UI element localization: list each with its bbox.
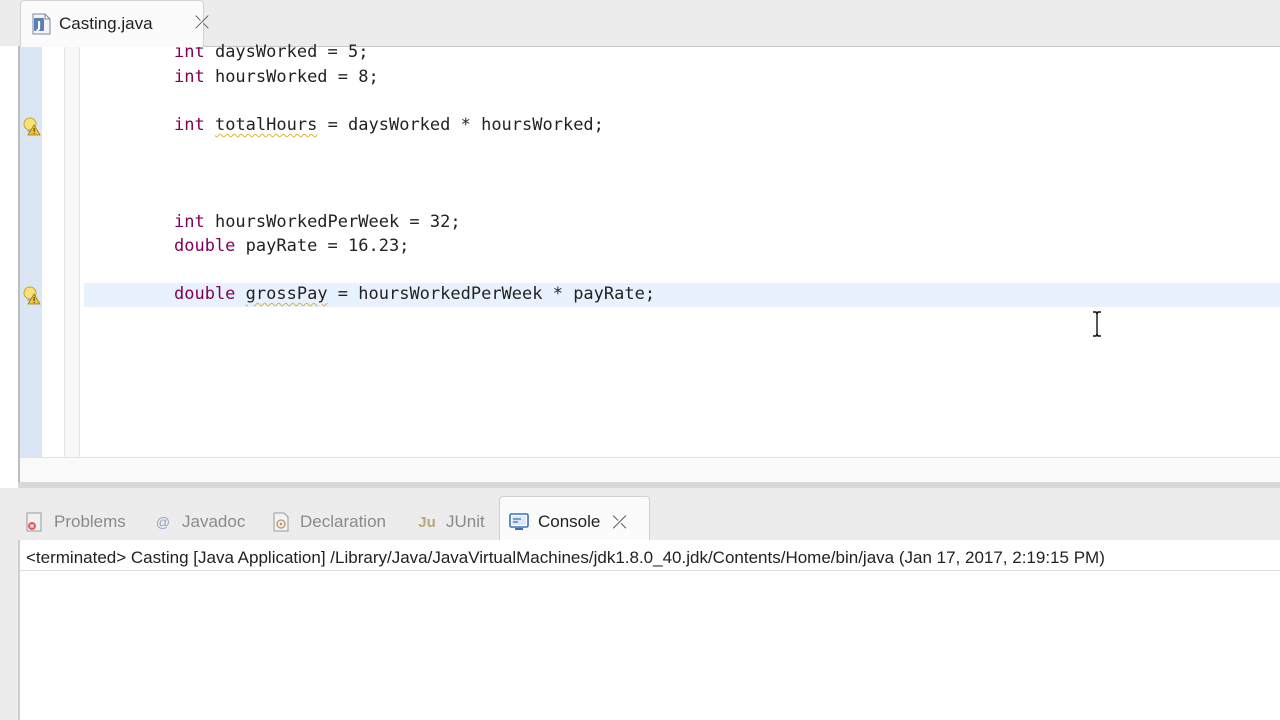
- tab-declaration[interactable]: Declaration: [270, 508, 386, 536]
- code-text: daysWorked = 5;: [204, 42, 369, 62]
- problems-icon: [24, 511, 46, 533]
- java-file-icon: J: [30, 13, 52, 35]
- console-icon: [508, 511, 530, 533]
- svg-text:J: J: [36, 19, 41, 32]
- code-keyword: double: [174, 284, 236, 304]
- annotation-ruler[interactable]: [20, 47, 42, 457]
- editor-horizontal-scrollbar[interactable]: [20, 457, 1280, 482]
- code-keyword: int: [174, 67, 205, 87]
- unused-variable-warning: totalHours: [214, 115, 318, 135]
- code-text: hoursWorkedPerWeek = 32;: [204, 212, 461, 232]
- code-editor[interactable]: [18, 46, 1280, 482]
- code-line: double payRate = 16.23;: [174, 234, 409, 258]
- code-text: = hoursWorkedPerWeek * payRate;: [327, 284, 656, 304]
- tab-javadoc[interactable]: @ Javadoc: [152, 508, 245, 536]
- junit-icon: Ju: [418, 513, 436, 531]
- close-icon[interactable]: ⤫: [194, 13, 210, 31]
- code-text: hoursWorked = 8;: [204, 67, 379, 87]
- tab-junit-label: JUnit: [446, 512, 485, 531]
- console-status-line: <terminated> Casting [Java Application] …: [26, 548, 1105, 567]
- at-sign-icon: @: [155, 514, 171, 530]
- tab-declaration-label: Declaration: [300, 512, 386, 531]
- i-beam-cursor-icon: [1090, 310, 1104, 338]
- editor-left-border: [18, 46, 20, 482]
- tab-problems[interactable]: Problems: [24, 508, 126, 536]
- code-line: int hoursWorkedPerWeek = 32;: [174, 210, 461, 234]
- unused-variable-warning: grossPay: [245, 284, 328, 304]
- code-keyword: int: [174, 212, 205, 232]
- tab-javadoc-label: Javadoc: [182, 512, 246, 531]
- console-divider: [20, 570, 1280, 571]
- tab-console[interactable]: Console ⤫: [508, 508, 627, 536]
- code-text: = daysWorked * hoursWorked;: [317, 115, 604, 135]
- code-keyword: int: [174, 115, 205, 135]
- code-line: int totalHours = daysWorked * hoursWorke…: [174, 113, 604, 137]
- overview-ruler: [64, 47, 80, 457]
- code-line: double grossPay = hoursWorkedPerWeek * p…: [174, 282, 655, 306]
- code-keyword: double: [174, 236, 236, 256]
- tab-junit[interactable]: Ju JUnit: [416, 508, 485, 536]
- tab-console-label: Console: [538, 512, 601, 531]
- warning-lightbulb-icon[interactable]: [22, 285, 44, 305]
- editor-tab-casting-java[interactable]: J Casting.java ⤫: [20, 0, 209, 47]
- warning-lightbulb-icon[interactable]: [22, 116, 44, 136]
- editor-tab-title: Casting.java: [59, 14, 153, 33]
- close-icon[interactable]: ⤫: [612, 512, 626, 533]
- tab-problems-label: Problems: [54, 512, 126, 531]
- declaration-icon: [270, 511, 292, 533]
- code-text: payRate = 16.23;: [235, 236, 410, 256]
- code-line: int hoursWorked = 8;: [174, 65, 379, 89]
